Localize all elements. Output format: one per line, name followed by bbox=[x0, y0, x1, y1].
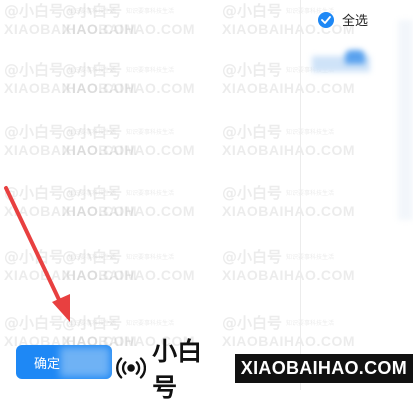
checkbox-checked-icon[interactable] bbox=[318, 11, 334, 28]
watermark: @小白号 知识要事科技生活 XIAOBAIHAO.COM bbox=[62, 248, 195, 283]
brand-watermark: 小白号 XIAOBAIHAO.COM bbox=[112, 337, 413, 402]
blurred-scroll-area bbox=[398, 20, 413, 220]
brand-name: 小白号 bbox=[152, 337, 203, 402]
watermark: @小白号 知识要事科技生活 XIAOBAIHAO.COM bbox=[4, 61, 137, 96]
brand-domain: XIAOBAIHAO.COM bbox=[234, 353, 413, 383]
select-all-label: 全选 bbox=[342, 14, 369, 29]
watermark: @小白号 知识要事科技生活 XIAOBAIHAO.COM bbox=[62, 123, 195, 158]
watermark: @小白号 知识要事科技生活 XIAOBAIHAO.COM bbox=[4, 123, 137, 158]
watermark: @小白号 知识要事科技生活 XIAOBAIHAO.COM bbox=[4, 314, 137, 349]
blurred-content bbox=[60, 347, 110, 377]
blurred-content bbox=[345, 50, 365, 64]
watermark: @小白号 知识要事科技生活 XIAOBAIHAO.COM bbox=[222, 123, 355, 158]
broadcast-icon bbox=[116, 357, 147, 379]
watermark: @小白号 知识要事科技生活 XIAOBAIHAO.COM bbox=[62, 61, 195, 96]
watermark: @小白号 知识要事科技生活 XIAOBAIHAO.COM bbox=[4, 2, 137, 37]
confirm-button[interactable]: 确定 bbox=[16, 345, 112, 379]
watermark: @小白号 知识要事科技生活 XIAOBAIHAO.COM bbox=[4, 184, 137, 219]
panel-divider bbox=[300, 0, 301, 390]
select-all-checkbox[interactable]: 全选 bbox=[318, 10, 368, 29]
watermark: @小白号 知识要事科技生活 XIAOBAIHAO.COM bbox=[62, 2, 195, 37]
watermark: @小白号 知识要事科技生活 XIAOBAIHAO.COM bbox=[62, 184, 195, 219]
confirm-button-label: 确定 bbox=[34, 355, 61, 371]
watermark: @小白号 知识要事科技生活 XIAOBAIHAO.COM bbox=[222, 248, 355, 283]
watermark: @小白号 知识要事科技生活 XIAOBAIHAO.COM bbox=[4, 248, 137, 283]
watermark: @小白号 知识要事科技生活 XIAOBAIHAO.COM bbox=[222, 184, 355, 219]
watermark: @小白号 知识要事科技生活 XIAOBAIHAO.COM bbox=[222, 314, 355, 349]
